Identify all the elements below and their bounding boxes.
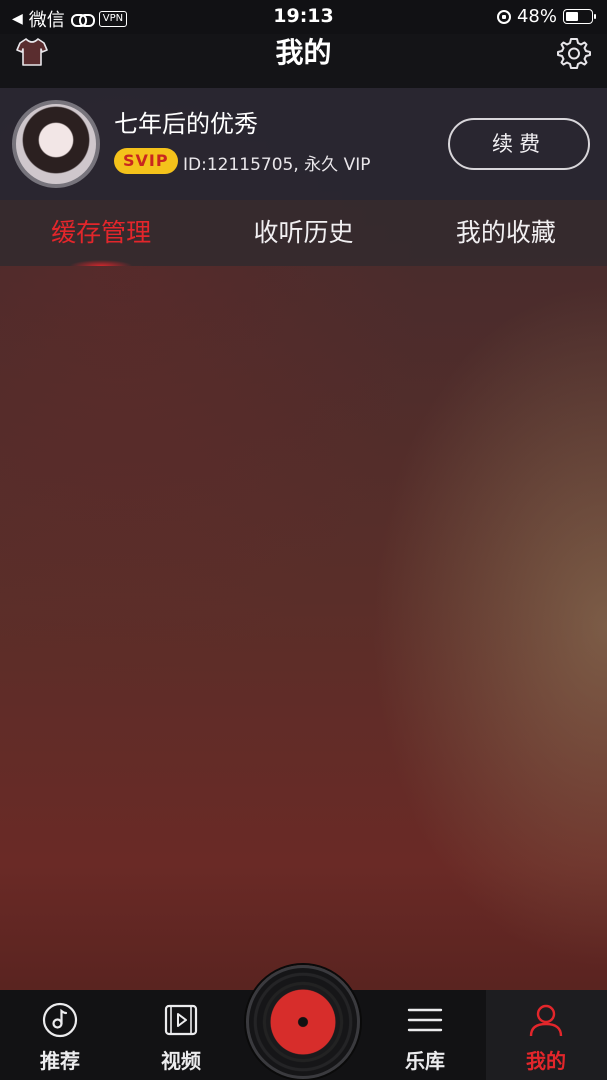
person-icon	[529, 1004, 563, 1037]
tab-bar-label: 推荐	[40, 1049, 80, 1073]
content-tabs: 缓存管理 收听历史 我的收藏	[0, 200, 607, 266]
status-bar-right: 48%	[496, 6, 596, 27]
username: 七年后的优秀	[114, 110, 258, 138]
music-note-circle-icon	[42, 1002, 78, 1038]
battery-level	[566, 12, 578, 21]
vip-badge[interactable]: SVIP	[114, 148, 178, 174]
tab-listen-history[interactable]: 收听历史	[202, 200, 404, 266]
tab-bar-mine[interactable]: 我的	[486, 990, 607, 1080]
tab-bar-label: 我的	[526, 1049, 566, 1073]
content-area	[0, 266, 607, 990]
tab-label: 缓存管理	[51, 218, 152, 247]
tab-active-indicator	[59, 258, 144, 266]
menu-lines-icon	[407, 1008, 443, 1032]
gear-icon[interactable]	[557, 36, 591, 70]
tab-bar-label: 视频	[161, 1049, 201, 1073]
user-id: ID:12115705, 永久 VIP	[183, 155, 371, 175]
avatar[interactable]	[12, 100, 100, 188]
page-title: 我的	[275, 36, 332, 69]
nav-bar: 我的	[0, 34, 607, 88]
tab-label: 收听历史	[253, 218, 354, 247]
rotation-lock-icon	[496, 9, 511, 24]
tab-cache-management[interactable]: 缓存管理	[0, 200, 202, 266]
tab-my-favorites[interactable]: 我的收藏	[405, 200, 607, 266]
vinyl-player-button[interactable]	[246, 965, 360, 1079]
tab-bar-label: 乐库	[405, 1049, 445, 1073]
tab-bar-library[interactable]: 乐库	[365, 990, 485, 1080]
tab-bar-recommend[interactable]: 推荐	[0, 990, 120, 1080]
renew-button[interactable]: 续费	[448, 118, 590, 170]
tab-label: 我的收藏	[455, 218, 556, 247]
profile-card: 七年后的优秀 SVIP ID:12115705, 永久 VIP 续费	[0, 88, 607, 200]
battery-icon	[563, 9, 596, 24]
battery-percent: 48%	[516, 6, 557, 27]
status-bar: ◀ 微信 VPN 19:13 48%	[0, 0, 607, 34]
video-play-icon	[164, 1004, 198, 1036]
tab-bar-video[interactable]: 视频	[121, 990, 241, 1080]
